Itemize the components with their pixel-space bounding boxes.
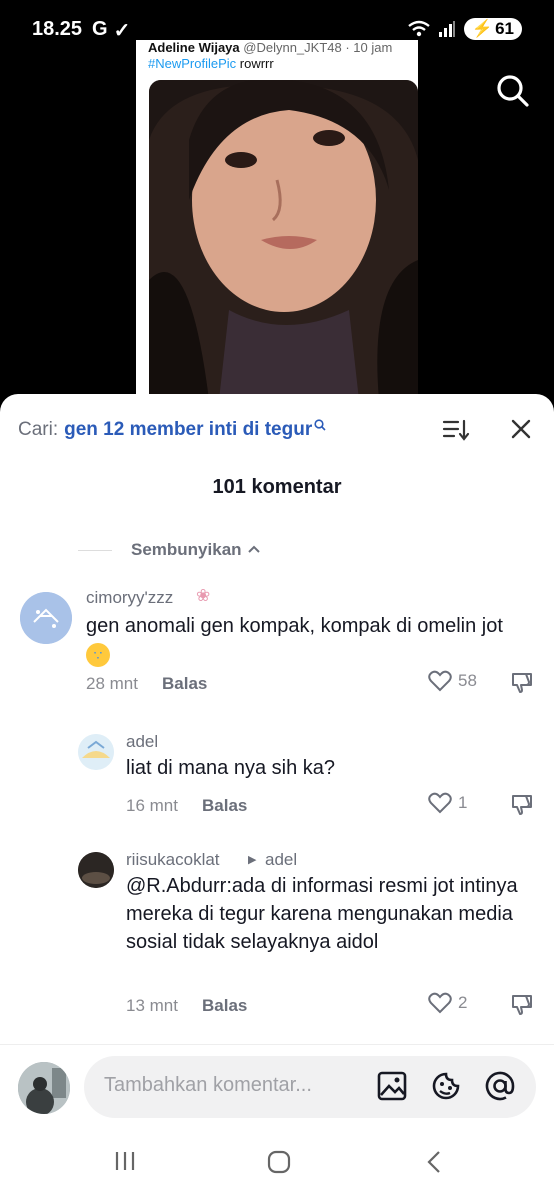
tweet-author: Adeline Wijaya — [148, 40, 240, 55]
comment-body: gen anomali gen kompak, kompak di omelin… — [86, 615, 503, 637]
battery-indicator: ⚡ 61 — [463, 18, 522, 40]
battery-level: 61 — [495, 19, 514, 38]
comment-meta: 28 mnt Balas — [86, 674, 207, 694]
avatar[interactable] — [78, 852, 114, 888]
search-query-link[interactable]: gen 12 member inti di tegur — [64, 419, 312, 441]
like-button[interactable]: 58 — [428, 670, 477, 692]
comment-meta: 13 mnt Balas — [126, 996, 247, 1016]
search-icon[interactable] — [496, 74, 530, 108]
input-divider — [0, 1044, 554, 1045]
emoji-icon[interactable] — [430, 1070, 462, 1102]
tweet-screenshot: Adeline Wijaya @Delynn_JKT48 · 10 jam #N… — [136, 40, 418, 400]
like-count: 2 — [458, 993, 468, 1012]
avatar[interactable] — [78, 734, 114, 770]
tweet-handle: @Delynn_JKT48 · 10 jam — [243, 40, 393, 55]
hide-replies-button[interactable]: Sembunyikan — [131, 540, 242, 560]
tweet-hashtag: #NewProfilePic — [148, 56, 237, 71]
comments-sheet: Cari: gen 12 member inti di tegur 101 ko… — [0, 394, 554, 1200]
status-right: ⚡ 61 — [408, 18, 522, 40]
hide-replies-row[interactable]: Sembunyikan — [78, 540, 262, 560]
charging-icon: ⚡ — [471, 19, 494, 38]
like-count: 58 — [458, 671, 477, 690]
crying-emoji-icon: ∵ — [86, 643, 110, 667]
search-icon[interactable] — [314, 419, 326, 431]
comment-count: 101 komentar — [212, 476, 342, 498]
comment-username[interactable]: riisukacoklat — [126, 850, 220, 870]
comment-username[interactable]: adel — [126, 732, 158, 752]
mention-icon[interactable] — [484, 1070, 516, 1102]
reply-arrow-icon: ▶ — [248, 854, 257, 866]
reply-to-username[interactable]: adel — [265, 850, 297, 870]
reply-button[interactable]: Balas — [162, 674, 207, 694]
comment-meta: 16 mnt Balas — [126, 796, 247, 816]
system-nav-bar — [0, 1146, 554, 1186]
tulip-emoji-icon: ❀ — [196, 586, 211, 605]
heart-icon[interactable] — [428, 992, 452, 1014]
comment-input-placeholder: Tambahkan komentar... — [104, 1074, 312, 1096]
avatar[interactable] — [20, 592, 72, 644]
like-count: 1 — [458, 793, 468, 812]
back-icon[interactable] — [426, 1150, 442, 1174]
comment-text: gen anomali gen kompak, kompak di omelin… — [86, 612, 536, 668]
comment-input[interactable]: Tambahkan komentar... — [84, 1056, 536, 1118]
reply-button[interactable]: Balas — [202, 796, 247, 816]
comment-time: 16 mnt — [126, 796, 178, 815]
recent-apps-icon[interactable] — [114, 1150, 136, 1172]
video-area[interactable]: Adeline Wijaya @Delynn_JKT48 · 10 jam #N… — [0, 40, 554, 400]
wifi-icon — [408, 20, 430, 37]
home-icon[interactable] — [267, 1150, 291, 1174]
dislike-icon[interactable] — [510, 670, 534, 694]
sort-icon[interactable] — [442, 418, 470, 442]
comment-time: 13 mnt — [126, 996, 178, 1015]
status-time: 18.25 — [32, 18, 83, 40]
comment-username[interactable]: cimoryy'zzz — [86, 588, 173, 608]
my-avatar — [18, 1062, 70, 1114]
profile-photo — [149, 80, 418, 400]
comment-text: @R.Abdurr:ada di informasi resmi jot int… — [126, 875, 518, 953]
close-icon[interactable] — [510, 418, 532, 440]
chevron-up-icon[interactable] — [246, 544, 262, 556]
tweet-body: rowrrr — [239, 56, 274, 71]
comment-time: 28 mnt — [86, 674, 138, 693]
tweet-text: #NewProfilePic rowrrr — [148, 56, 274, 71]
heart-icon[interactable] — [428, 670, 452, 692]
dislike-icon[interactable] — [510, 792, 534, 816]
search-label: Cari: — [18, 419, 59, 440]
signal-icon — [438, 21, 455, 37]
divider-line — [78, 549, 112, 551]
comment-search-row[interactable]: Cari: gen 12 member inti di tegur — [18, 418, 536, 442]
dislike-icon[interactable] — [510, 992, 534, 1016]
heart-icon[interactable] — [428, 792, 452, 814]
like-button[interactable]: 1 — [428, 792, 467, 814]
reply-button[interactable]: Balas — [202, 996, 247, 1016]
comment-text: liat di mana nya sih ka? — [126, 757, 336, 779]
tweet-header: Adeline Wijaya @Delynn_JKT48 · 10 jam — [148, 40, 392, 55]
like-button[interactable]: 2 — [428, 992, 467, 1014]
image-icon[interactable] — [376, 1070, 408, 1102]
